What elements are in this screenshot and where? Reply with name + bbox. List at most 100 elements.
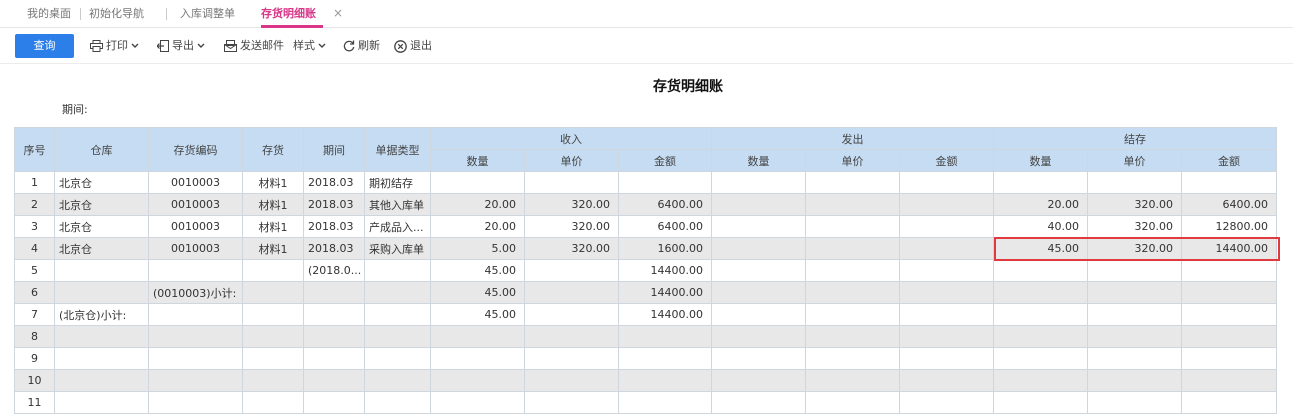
cell-period: (2018.0...	[303, 259, 365, 282]
cell-empty	[303, 347, 365, 370]
table-row[interactable]: 2 北京仓 0010003 材料1 2018.03 其他入库单 20.00 32…	[14, 193, 1278, 216]
refresh-button[interactable]: 刷新	[343, 38, 380, 54]
period-label: 期间:	[62, 103, 88, 116]
table-row[interactable]: 4 北京仓 0010003 材料1 2018.03 采购入库单 5.00 320…	[14, 237, 1278, 260]
cell-code-link[interactable]: 0010003	[148, 171, 243, 194]
cell-empty	[899, 391, 995, 414]
cell-seq: 1	[14, 171, 55, 194]
tab-inventory-ledger[interactable]: 存货明细账	[261, 0, 323, 28]
cell-empty	[54, 325, 149, 348]
cell-seq: 8	[14, 325, 55, 348]
col-header-issue-qty[interactable]: 数量	[711, 149, 807, 172]
cell-seq: 10	[14, 369, 55, 392]
cell-receipt-qty	[430, 171, 525, 194]
col-header-balance-qty[interactable]: 数量	[993, 149, 1089, 172]
col-header-issue-amount[interactable]: 金额	[899, 149, 995, 172]
cell-empty	[148, 391, 243, 414]
cell-issue-amount	[899, 171, 995, 194]
cell-empty	[148, 347, 243, 370]
col-header-balance-amount[interactable]: 金额	[1181, 149, 1278, 172]
cell-code-link[interactable]: 0010003	[148, 193, 243, 216]
table-row[interactable]: 9	[14, 347, 1278, 370]
cell-warehouse	[54, 281, 149, 304]
col-header-warehouse[interactable]: 仓库	[54, 127, 149, 172]
cell-receipt-amount: 6400.00	[617, 193, 713, 216]
export-label: 导出	[172, 39, 194, 52]
cell-issue-price	[805, 281, 901, 304]
cell-issue-amount	[899, 237, 995, 260]
cell-item-link[interactable]: 材料1	[242, 171, 304, 194]
table-row[interactable]: 1 北京仓 0010003 材料1 2018.03 期初结存	[14, 171, 1278, 194]
cell-issue-price	[805, 303, 901, 326]
col-header-receipt-price[interactable]: 单价	[524, 149, 619, 172]
cell-empty	[430, 325, 525, 348]
cell-period	[303, 281, 365, 304]
col-header-receipt-qty[interactable]: 数量	[430, 149, 525, 172]
col-header-issue-price[interactable]: 单价	[805, 149, 901, 172]
tab-desktop[interactable]: 我的桌面	[27, 0, 71, 27]
style-button[interactable]: 样式	[293, 38, 326, 54]
cell-period	[303, 303, 365, 326]
col-header-receipt-amount[interactable]: 金额	[617, 149, 713, 172]
tab-init-nav[interactable]: 初始化导航	[89, 0, 144, 27]
tab-inbound-adjust[interactable]: 入库调整单	[180, 0, 235, 27]
cell-empty	[1087, 391, 1183, 414]
cell-code	[148, 303, 243, 326]
col-header-code[interactable]: 存货编码	[148, 127, 243, 172]
toolbar-divider	[0, 63, 1293, 64]
cell-item	[242, 259, 304, 282]
cell-doc-type: 期初结存	[364, 171, 431, 194]
table-row[interactable]: 6 (0010003)小计: 45.00 14400.00	[14, 281, 1278, 304]
exit-button[interactable]: 退出	[394, 38, 432, 54]
send-email-button[interactable]: 发送邮件	[224, 38, 284, 54]
cell-empty	[242, 369, 304, 392]
cell-empty	[805, 325, 901, 348]
chevron-down-icon	[197, 43, 205, 49]
cell-code-link[interactable]: 0010003	[148, 215, 243, 238]
cell-warehouse-subtotal: (北京仓)小计:	[54, 303, 149, 326]
cell-empty	[1181, 325, 1278, 348]
cell-empty	[1181, 347, 1278, 370]
cell-code-link[interactable]: 0010003	[148, 237, 243, 260]
cell-empty	[993, 369, 1089, 392]
table-row[interactable]: 8	[14, 325, 1278, 348]
cell-warehouse: 北京仓	[54, 215, 149, 238]
cell-item-link[interactable]: 材料1	[242, 193, 304, 216]
cell-receipt-qty: 45.00	[430, 281, 525, 304]
print-button[interactable]: 打印	[90, 38, 139, 54]
cell-item-link[interactable]: 材料1	[242, 215, 304, 238]
col-header-seq[interactable]: 序号	[14, 127, 55, 172]
cell-empty	[711, 369, 807, 392]
export-button[interactable]: 导出	[157, 38, 205, 54]
table-row[interactable]: 10	[14, 369, 1278, 392]
col-header-period[interactable]: 期间	[303, 127, 365, 172]
tab-inventory-ledger-label: 存货明细账	[261, 7, 316, 20]
table-row[interactable]: 7 (北京仓)小计: 45.00 14400.00	[14, 303, 1278, 326]
cell-receipt-price	[524, 303, 619, 326]
table-row[interactable]: 5 (2018.0... 45.00 14400.00	[14, 259, 1278, 282]
cell-receipt-price	[524, 259, 619, 282]
tab-bar: 我的桌面 初始化导航 入库调整单 存货明细账 ×	[0, 0, 1293, 28]
cell-item-link[interactable]: 材料1	[242, 237, 304, 260]
col-header-item[interactable]: 存货	[242, 127, 304, 172]
cell-empty	[993, 391, 1089, 414]
cell-balance-amount	[1181, 171, 1278, 194]
cell-period: 2018.03	[303, 171, 365, 194]
table-row[interactable]: 11	[14, 391, 1278, 414]
cell-empty	[242, 347, 304, 370]
cell-empty	[430, 391, 525, 414]
table-row[interactable]: 3 北京仓 0010003 材料1 2018.03 产成品入... 20.00 …	[14, 215, 1278, 238]
cell-empty	[711, 391, 807, 414]
cell-issue-price	[805, 215, 901, 238]
cell-empty	[524, 391, 619, 414]
cell-issue-qty	[711, 303, 807, 326]
report-title: 存货明细账	[653, 79, 723, 95]
cell-issue-qty	[711, 215, 807, 238]
col-header-balance-price[interactable]: 单价	[1087, 149, 1183, 172]
close-icon[interactable]: ×	[333, 0, 343, 27]
col-header-doc-type[interactable]: 单据类型	[364, 127, 431, 172]
cell-receipt-qty: 45.00	[430, 259, 525, 282]
cell-doc-type: 采购入库单	[364, 237, 431, 260]
cell-code-subtotal: (0010003)小计:	[148, 281, 243, 304]
query-button[interactable]: 查询	[15, 34, 74, 58]
